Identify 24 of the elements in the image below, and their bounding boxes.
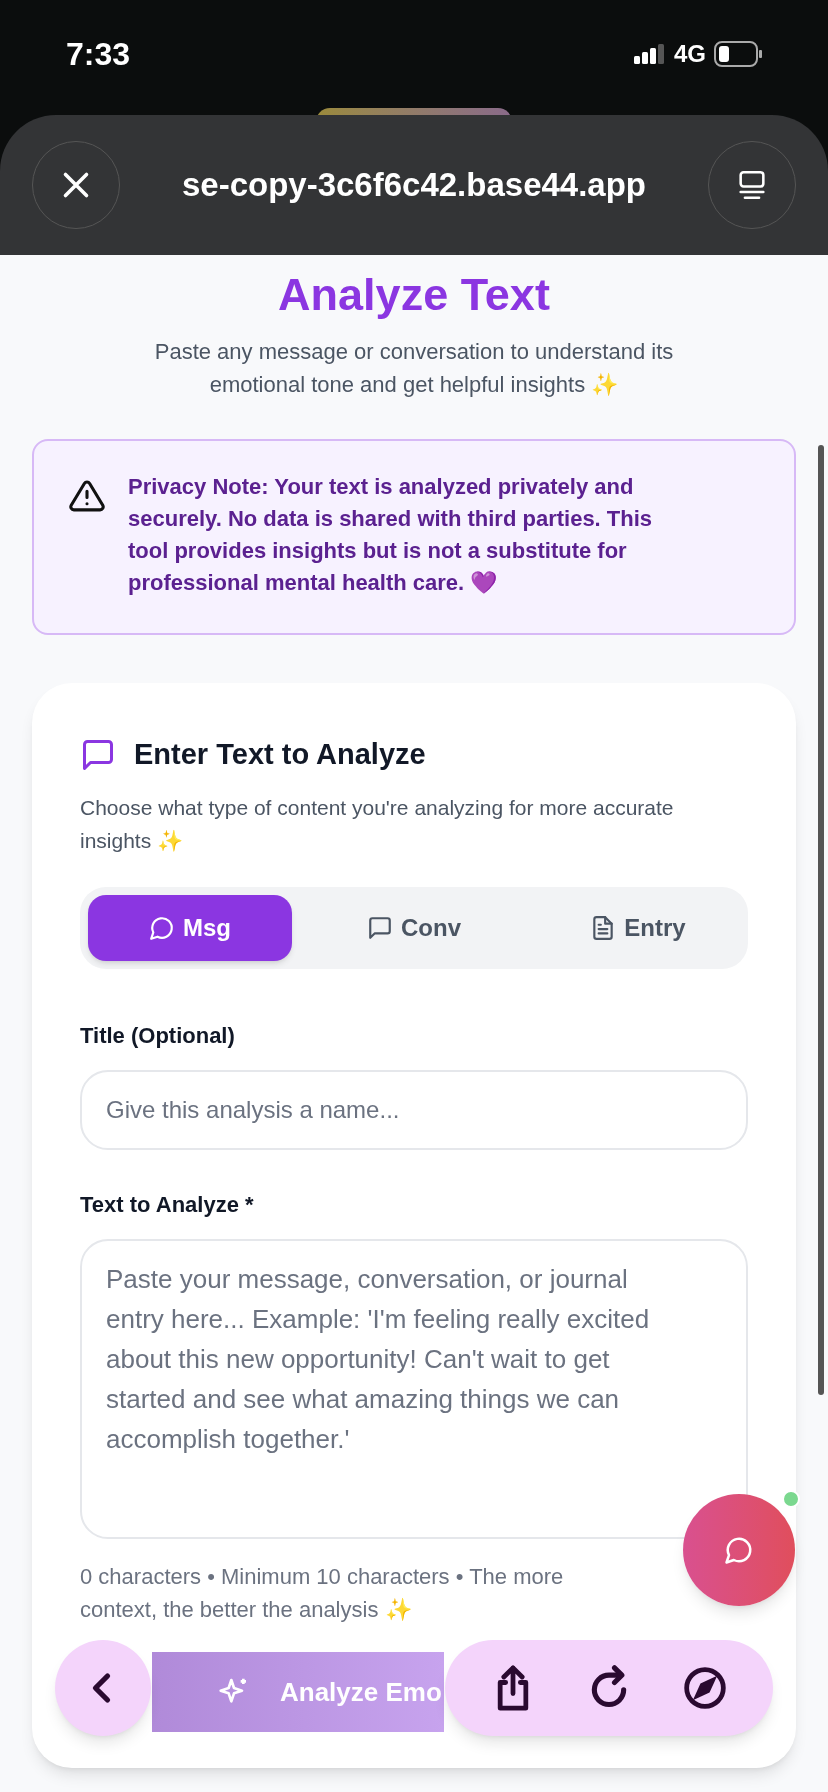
input-field[interactable]: Give this analysis a name...: [80, 1069, 748, 1150]
signal-icon: [634, 44, 666, 64]
clock-time: 7:33: [66, 35, 131, 74]
speech-bubble-icon: [367, 914, 393, 941]
speech-bubble-icon: [149, 914, 175, 941]
card-description: Choose what type of content you're analyzing for more accurate insights ✨: [80, 794, 675, 854]
field-label: Title (Optional): [80, 1021, 236, 1050]
tab[interactable]: Conv: [312, 894, 516, 961]
helper-text: 0 characters • Minimum 10 characters • The more context, the better the analysis ✨: [80, 1562, 565, 1624]
tab[interactable]: Entry: [536, 894, 740, 961]
speech-bubble-icon: [724, 1535, 754, 1565]
tab[interactable]: Msg: [88, 894, 292, 961]
network-label: 4G: [674, 39, 706, 69]
text-area[interactable]: Paste your message, conversation, or journal entry here... Example: 'I'm feeling really excited about this new opportunity! Can't wait to get started and see what amazing things we can accomplish together.': [80, 1238, 748, 1539]
page-title: Analyze Text: [278, 268, 550, 322]
compass-icon[interactable]: [683, 1666, 727, 1710]
speech-bubble-icon: [80, 737, 116, 773]
page-subtitle: Paste any message or conversation to understand its emotional tone and get helpful insights ✨: [153, 338, 675, 400]
privacy-note-text: Privacy Note: Your text is analyzed privately and securely. No data is shared with third parties. This tool provides insights but is not a substitute for professional mental health care. 💜: [128, 473, 654, 598]
card-title: Enter Text to Analyze: [134, 737, 426, 773]
url-text[interactable]: se-copy-3c6f6c42.base44.app: [181, 160, 647, 210]
battery-icon: [714, 41, 762, 67]
warning-icon: [68, 479, 106, 514]
field-label: Text to Analyze *: [80, 1190, 255, 1219]
